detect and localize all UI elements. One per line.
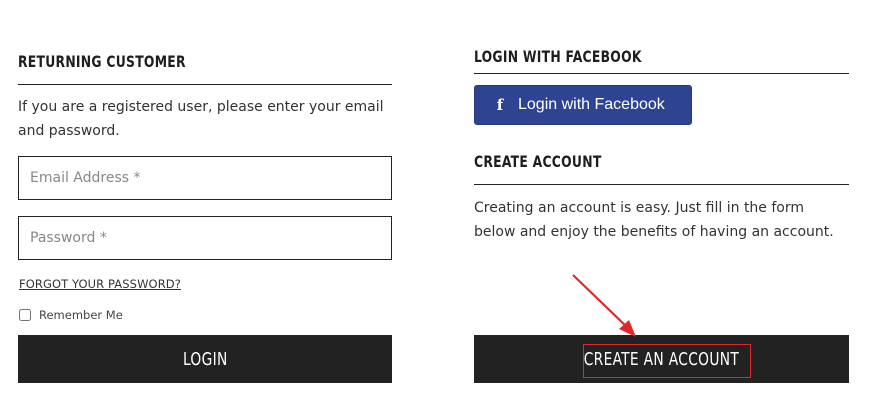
facebook-button-label: Login with Facebook bbox=[518, 96, 665, 113]
create-account-intro-text: Creating an account is easy. Just fill i… bbox=[474, 200, 834, 240]
login-with-facebook-button[interactable]: f Login with Facebook bbox=[474, 85, 692, 125]
login-button-label: LOGIN bbox=[182, 348, 228, 370]
email-field[interactable] bbox=[18, 156, 392, 200]
returning-intro-text: If you are a registered user, please ent… bbox=[18, 99, 384, 139]
remember-me-checkbox[interactable] bbox=[19, 309, 31, 321]
facebook-icon: f bbox=[496, 96, 504, 114]
facebook-login-heading: LOGIN WITH FACEBOOK bbox=[474, 47, 642, 66]
divider bbox=[474, 73, 849, 74]
remember-me-label: Remember Me bbox=[39, 308, 123, 322]
login-button[interactable]: LOGIN bbox=[18, 335, 392, 383]
forgot-password-link[interactable]: FORGOT YOUR PASSWORD? bbox=[19, 277, 181, 291]
divider bbox=[18, 84, 392, 85]
divider bbox=[474, 184, 849, 185]
returning-customer-heading: RETURNING CUSTOMER bbox=[18, 52, 186, 71]
password-field[interactable] bbox=[18, 216, 392, 260]
create-account-button[interactable]: CREATE AN ACCOUNT bbox=[474, 335, 849, 383]
create-account-heading: CREATE ACCOUNT bbox=[474, 152, 602, 171]
annotation-highlight-box bbox=[583, 344, 751, 378]
remember-me-row[interactable]: Remember Me bbox=[19, 308, 123, 322]
